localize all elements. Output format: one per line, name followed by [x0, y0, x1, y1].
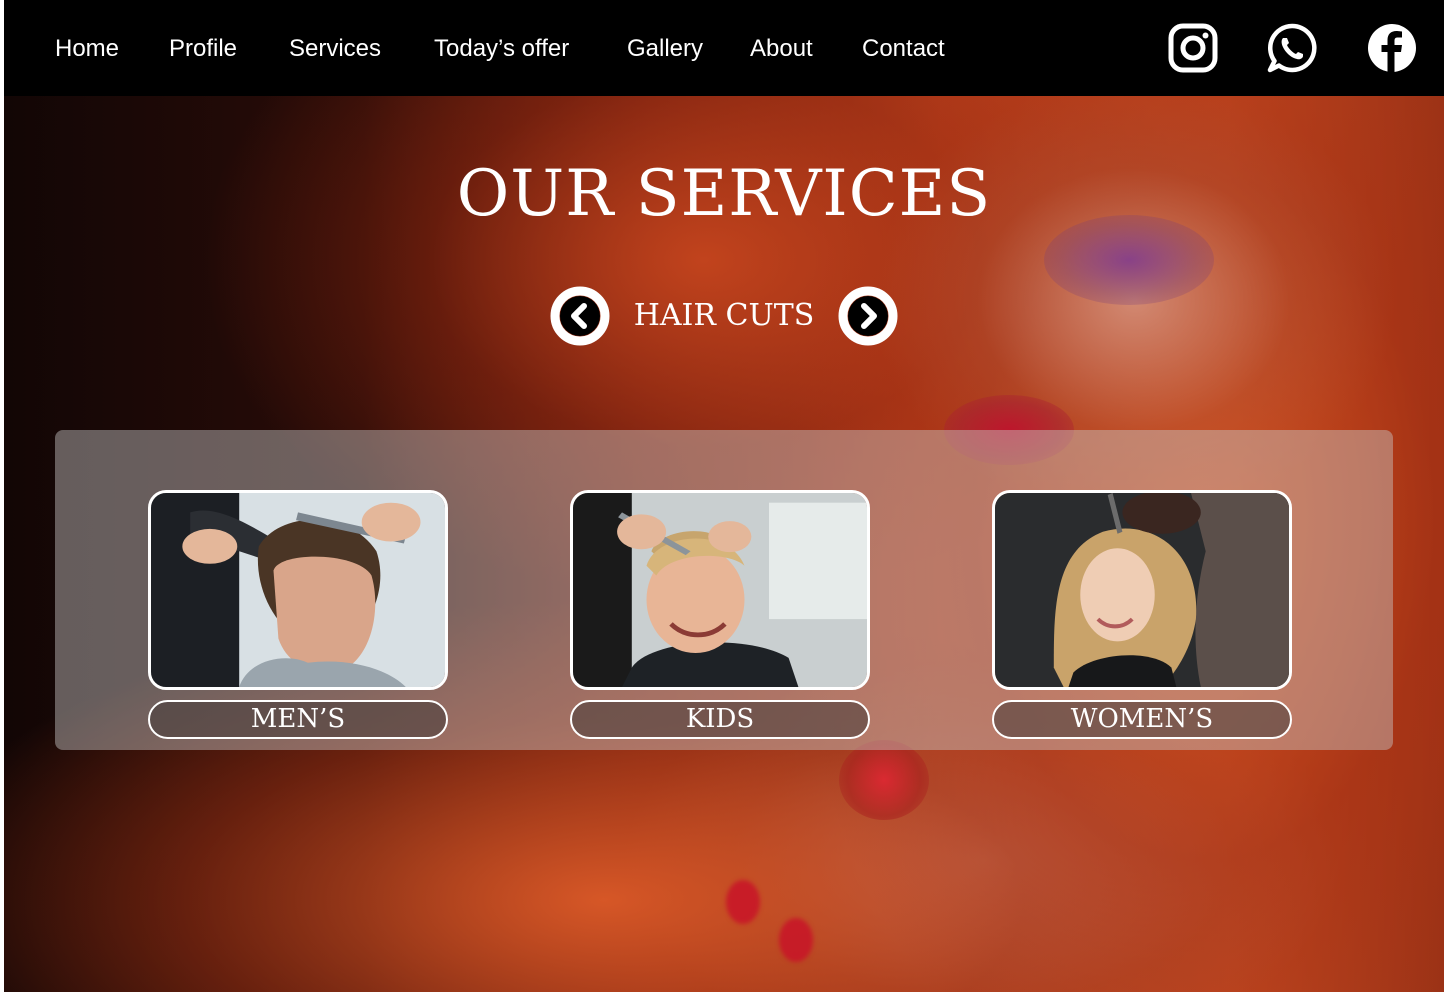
facebook-icon[interactable] — [1366, 22, 1418, 74]
nav-item-gallery[interactable]: Gallery — [627, 34, 703, 64]
page-title: OUR SERVICES — [456, 157, 992, 231]
hero-image-nail — [779, 918, 813, 962]
page: Home Profile Services Today’s offer Gall… — [4, 0, 1444, 992]
nav-item-todays-offer[interactable]: Today’s offer — [434, 34, 569, 64]
service-label-mens[interactable]: MEN’S — [148, 700, 448, 739]
nav-item-about[interactable]: About — [750, 34, 813, 64]
nav-item-contact[interactable]: Contact — [862, 34, 945, 64]
womens-haircut-photo — [992, 490, 1292, 690]
service-label-womens[interactable]: WOMEN’S — [992, 700, 1292, 739]
service-label-kids[interactable]: KIDS — [570, 700, 870, 739]
service-card-kids[interactable]: KIDS — [570, 490, 870, 740]
service-card-womens[interactable]: WOMEN’S — [992, 490, 1292, 740]
nav-item-home[interactable]: Home — [55, 34, 119, 64]
carousel-category-label: HAIR CUTS — [633, 298, 815, 333]
mens-haircut-photo — [148, 490, 448, 690]
hero-image-nail — [726, 880, 760, 924]
services-panel: MEN’S KIDS WOMEN’S — [55, 430, 1393, 750]
kids-haircut-photo — [570, 490, 870, 690]
chevron-left-circle-icon[interactable] — [550, 286, 610, 346]
nav-item-services[interactable]: Services — [289, 34, 381, 64]
service-card-mens[interactable]: MEN’S — [148, 490, 448, 740]
chevron-right-circle-icon[interactable] — [838, 286, 898, 346]
whatsapp-icon[interactable] — [1266, 22, 1318, 74]
page-bottom-edge — [0, 992, 1448, 998]
instagram-icon[interactable] — [1167, 22, 1219, 74]
top-nav-bar: Home Profile Services Today’s offer Gall… — [4, 0, 1444, 96]
nav-item-profile[interactable]: Profile — [169, 34, 237, 64]
hero-image-ring — [839, 740, 929, 820]
